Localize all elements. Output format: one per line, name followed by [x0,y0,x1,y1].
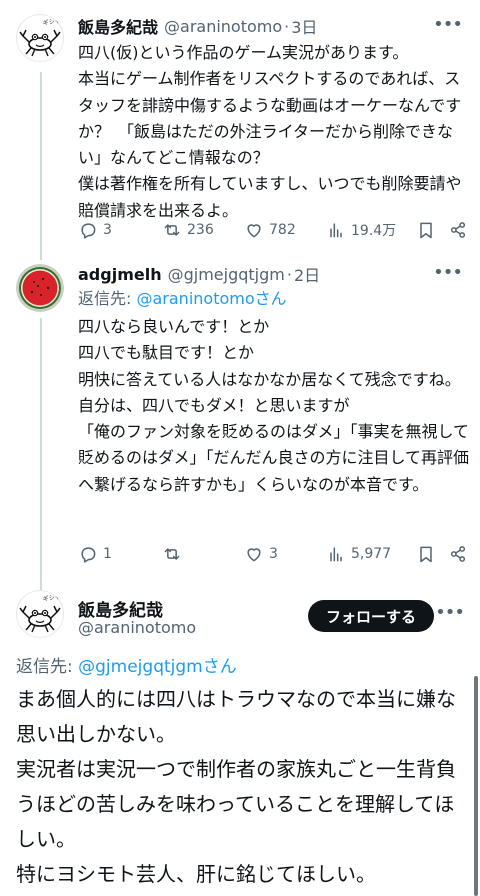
main-tweet-text: まあ個人的には四八はトラウマなので本当に嫌な思い出しかない。 実況者は実況一つで… [16,687,456,886]
bookmark-icon [420,222,432,239]
heart-icon [247,548,261,562]
views-button[interactable]: 19.4万 [326,220,416,240]
watermelon-avatar-icon [16,264,64,312]
replying-to: 返信先: @araninotomoさん [78,286,470,312]
timestamp[interactable]: 3日 [291,14,317,38]
reply-button[interactable]: 1 [78,544,162,564]
retweet-icon [164,548,180,560]
retweet-icon [164,224,180,236]
reply-to-label: 返信先: [78,289,137,308]
tweet-header: 飯島多紀哉 @araninotomo · 3日 [78,14,470,38]
share-button[interactable] [448,220,468,240]
tweet-1[interactable]: ギシャア!! 飯島多紀哉 @araninotomo · 3日 ••• 四八(仮)… [0,0,480,260]
views-chart-icon [330,223,342,238]
follow-button[interactable]: フォローする [308,600,434,632]
reply-icon [81,223,96,239]
retweet-count: 236 [187,222,214,238]
share-icon [450,546,466,562]
reply-count: 3 [103,222,112,238]
retweet-button[interactable]: 236 [162,220,244,240]
heart-icon [247,224,261,238]
timestamp[interactable]: 2日 [294,262,320,286]
tweet-text: 四八なら良いんです！とか 四八でも駄目です！とか 明快に答えている人はなかなか居… [78,317,470,494]
author-name[interactable]: adgjmelh [78,265,162,284]
retweet-button[interactable] [162,544,244,564]
avatar[interactable]: ギシャア!! [16,590,64,638]
views-count: 5,977 [351,546,392,562]
bookmark-icon [420,546,432,563]
reply-to-label: 返信先: [16,657,79,677]
like-button[interactable]: 782 [244,220,326,240]
separator-dot: · [286,264,292,284]
reply-icon [81,547,96,563]
scrollbar[interactable] [474,676,478,896]
more-options-icon[interactable]: ••• [433,262,463,283]
share-button[interactable] [448,544,468,564]
author-name[interactable]: 飯島多紀哉 [78,14,158,38]
avatar[interactable] [16,264,64,312]
like-count: 782 [269,222,296,238]
views-count: 19.4万 [351,223,397,239]
action-bar: 3 236 782 19.4万 [78,218,468,242]
bookmark-button[interactable] [416,220,448,240]
reply-button[interactable]: 3 [78,220,162,240]
replying-to: 返信先: @gjmejgqtjgmさん [16,652,237,677]
like-button[interactable]: 3 [244,544,326,564]
author-handle[interactable]: @araninotomo [78,618,196,637]
tweet-text: 四八(仮)という作品のゲーム実況があります。 本当にゲーム制作者をリスペクトする… [78,43,462,220]
views-chart-icon [330,547,342,562]
avatar[interactable]: ギシャア!! [16,14,64,62]
author-handle[interactable]: @gjmejgqtjgm [168,265,285,284]
reply-to-mention[interactable]: @gjmejgqtjgmさん [78,657,237,677]
bookmark-button[interactable] [416,544,448,564]
like-count: 3 [269,546,278,562]
tweet-header: adgjmelh @gjmejgqtjgm · 2日 [78,262,470,286]
separator-dot: · [284,16,290,36]
reply-to-mention[interactable]: @araninotomoさん [136,289,286,308]
action-bar: 1 3 5,977 [78,542,468,566]
reply-count: 1 [103,546,112,562]
share-icon [450,222,466,238]
crab-logo-icon: ギシャア!! [16,14,64,62]
author-handle[interactable]: @araninotomo [164,17,282,36]
crab-logo-icon: ギシャア!! [16,590,64,638]
more-options-icon[interactable]: ••• [433,14,463,35]
tweet-2[interactable]: adgjmelh @gjmejgqtjgm · 2日 ••• 返信先: @ara… [0,260,480,580]
views-button[interactable]: 5,977 [326,544,416,564]
more-options-icon[interactable]: ••• [435,602,465,623]
